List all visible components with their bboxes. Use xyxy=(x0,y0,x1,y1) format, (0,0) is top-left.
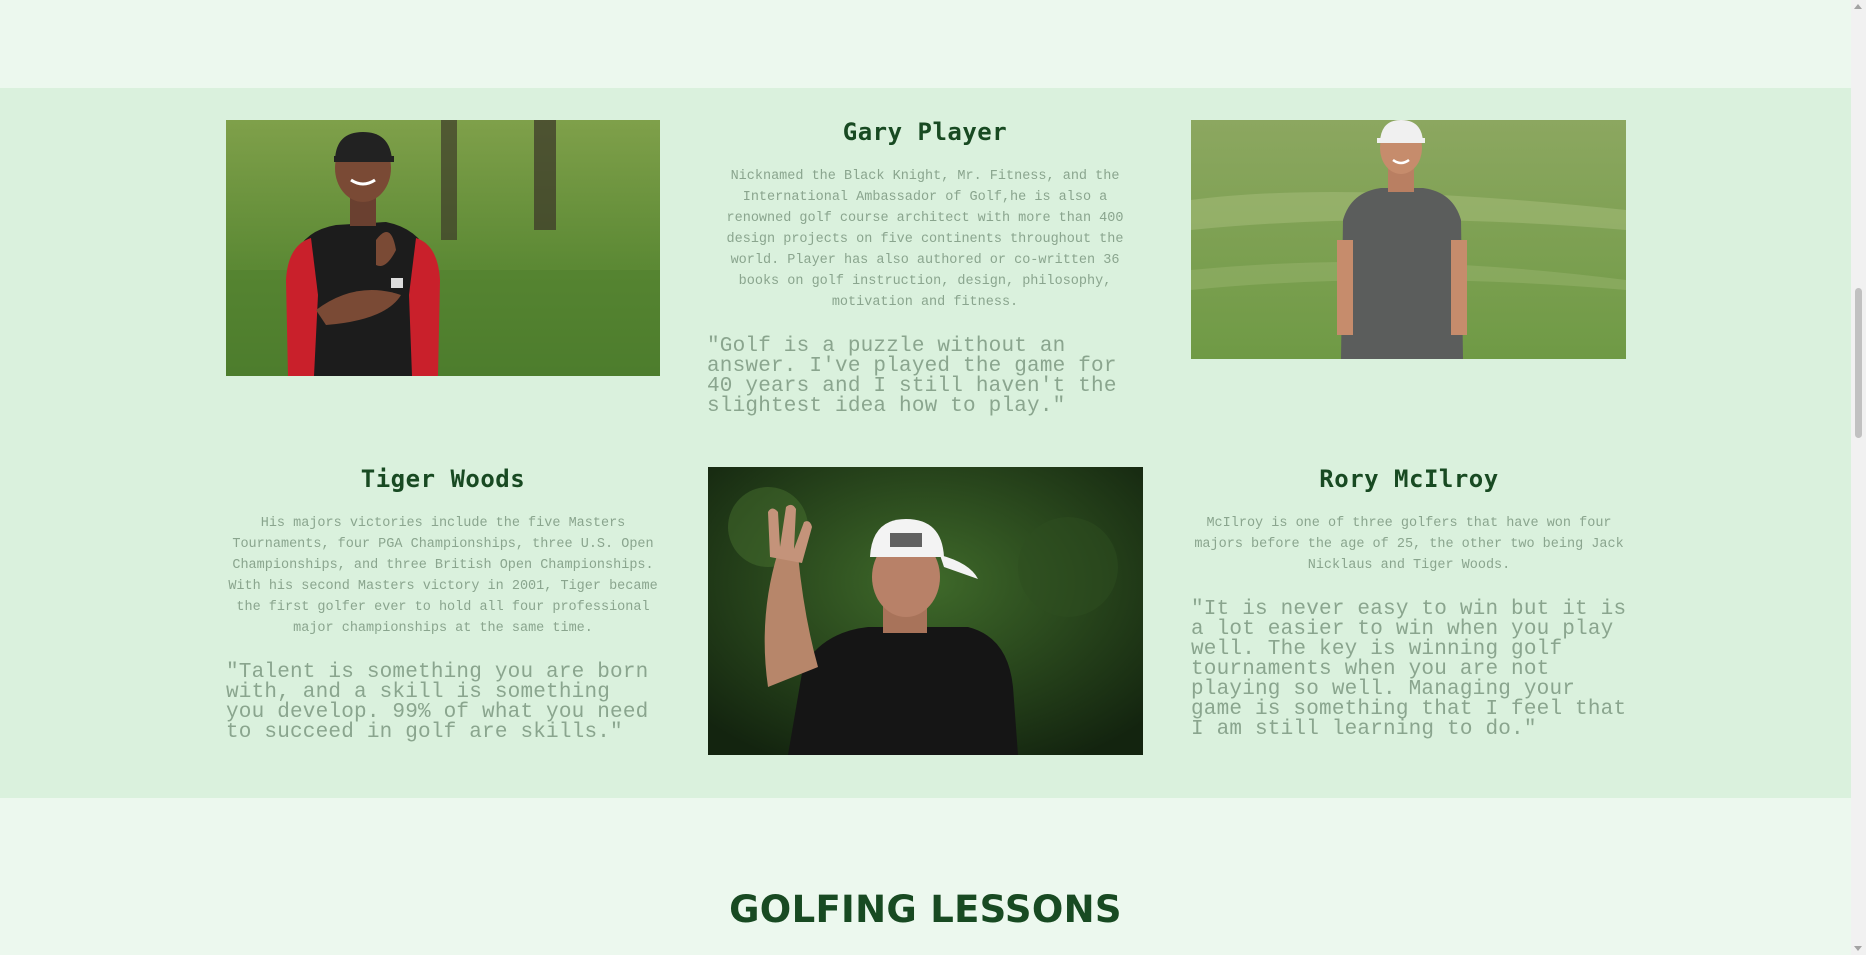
scroll-down-arrow-icon[interactable] xyxy=(1854,946,1862,951)
page: Gary Player Nicknamed the Black Knight, … xyxy=(0,0,1851,955)
tiger-woods-name: Tiger Woods xyxy=(360,465,526,493)
rory-mcilroy-name: Rory McIlroy xyxy=(1319,465,1499,493)
rory-mcilroy-photo xyxy=(1191,120,1626,359)
gary-player-bio: Nicknamed the Black Knight, Mr. Fitness,… xyxy=(726,169,1124,310)
gary-player-photo xyxy=(708,467,1143,755)
lessons-section xyxy=(0,798,1851,955)
rory-mcilroy-card: Rory McIlroy McIlroy is one of three gol… xyxy=(1191,465,1627,740)
gary-player-name: Gary Player xyxy=(842,118,1008,146)
rory-mcilroy-bio: McIlroy is one of three golfers that hav… xyxy=(1194,516,1624,573)
previous-section-band xyxy=(0,0,1851,88)
tiger-woods-quote: "Talent is something you are born with, … xyxy=(226,661,649,744)
tiger-woods-photo xyxy=(226,120,660,376)
rory-mcilroy-quote: "It is never easy to win but it is a lot… xyxy=(1191,598,1627,741)
golfing-lessons-title: GOLFING LESSONS xyxy=(729,888,1122,931)
vertical-scrollbar[interactable] xyxy=(1851,0,1866,955)
gary-player-card: Gary Player Nicknamed the Black Knight, … xyxy=(707,118,1143,417)
scrollbar-thumb[interactable] xyxy=(1855,288,1862,438)
scroll-up-arrow-icon[interactable] xyxy=(1854,4,1862,9)
tiger-woods-bio: His majors victories include the five Ma… xyxy=(228,516,658,636)
tiger-woods-card: Tiger Woods His majors victories include… xyxy=(226,465,660,743)
gary-player-quote: "Golf is a puzzle without an answer. I'v… xyxy=(707,335,1117,418)
